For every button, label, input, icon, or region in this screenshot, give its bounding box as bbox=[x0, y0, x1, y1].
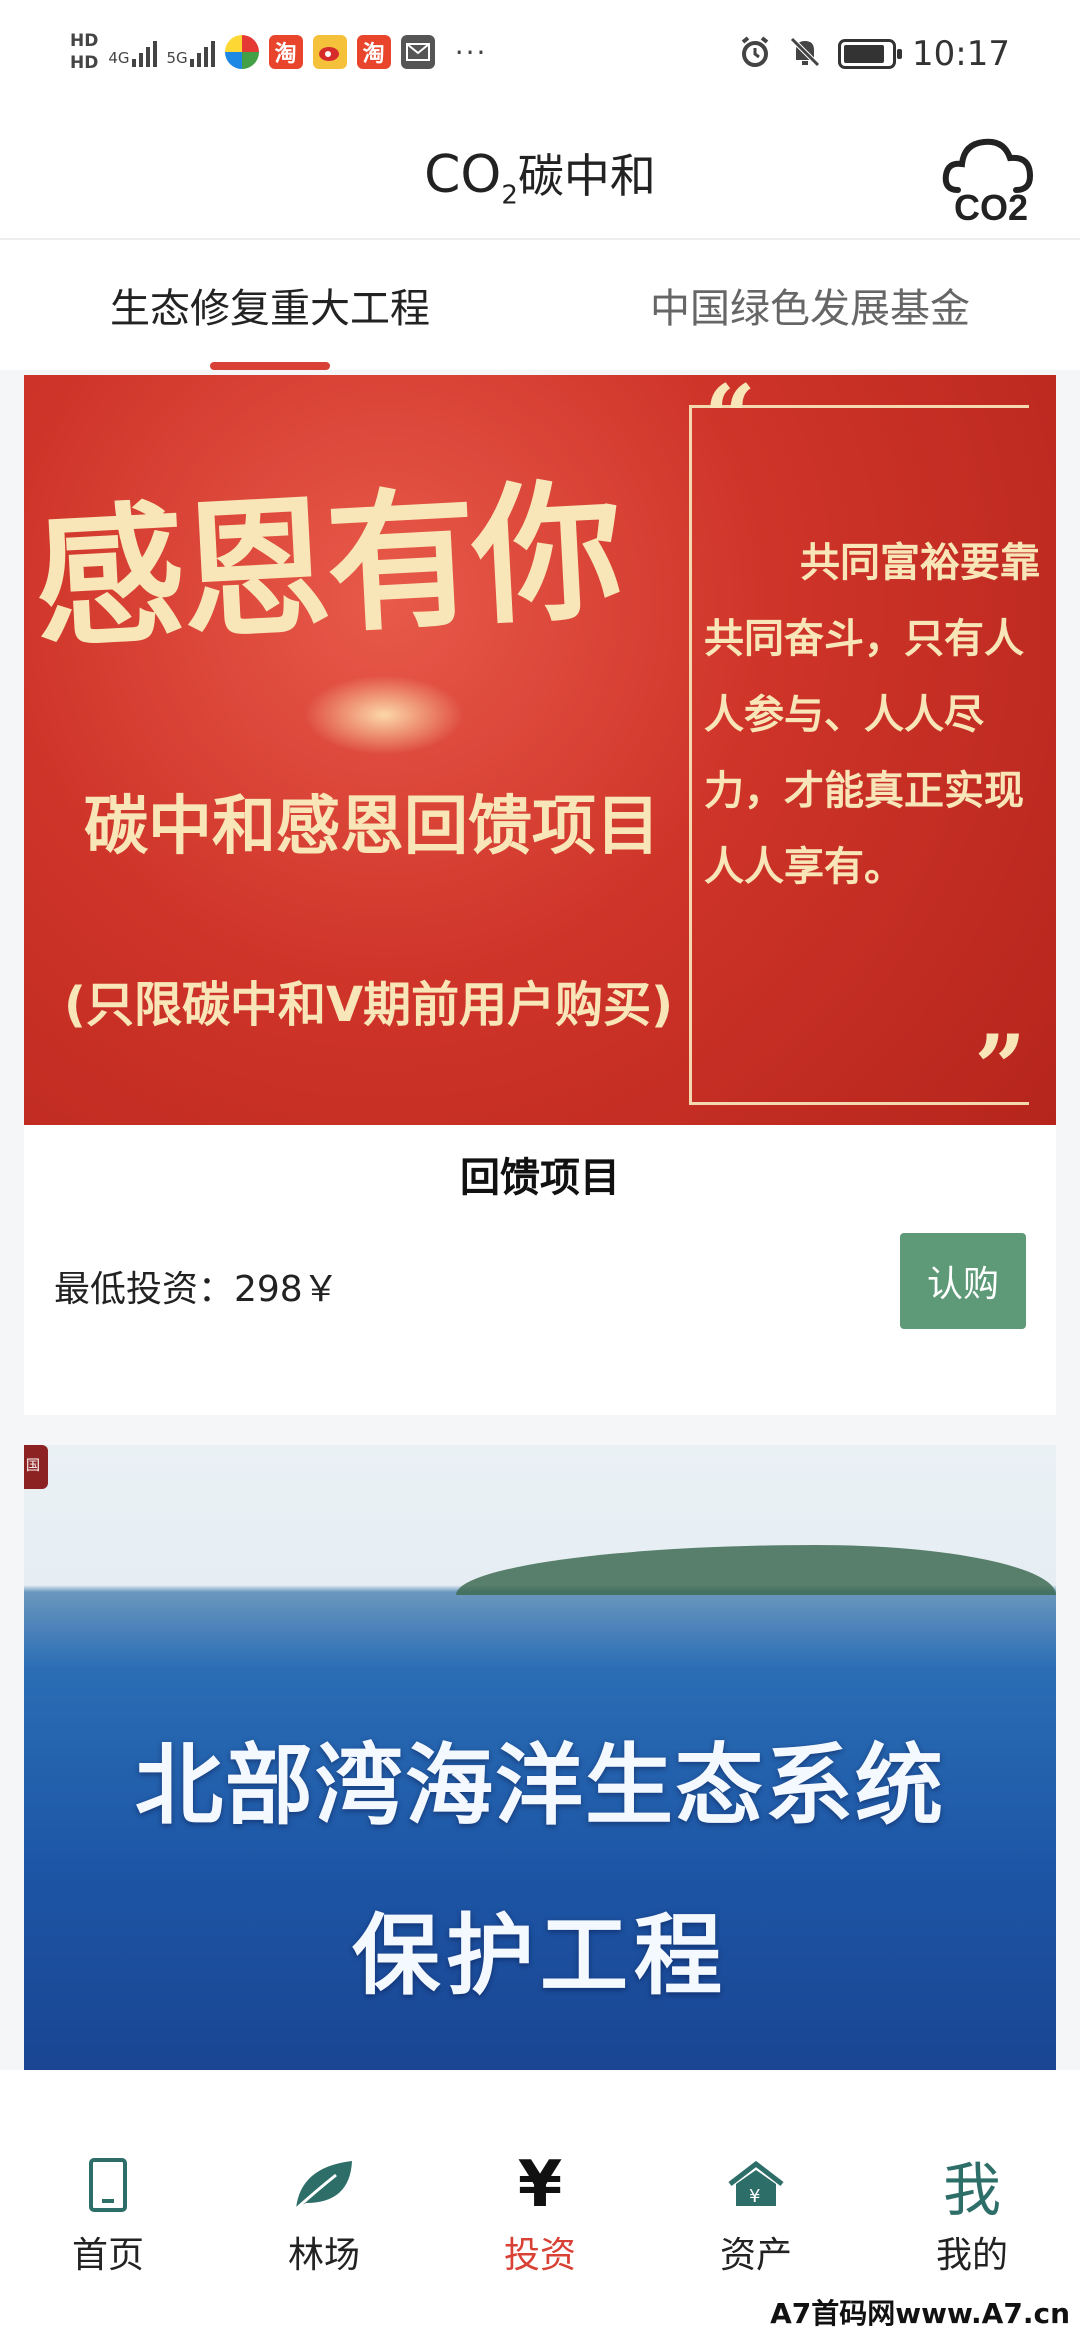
clock: 10:17 bbox=[912, 34, 1010, 74]
net-label-4g: 4G bbox=[108, 49, 130, 67]
banner-title-line1: 北部湾海洋生态系统 bbox=[134, 1734, 945, 1837]
pinwheel-app-icon bbox=[224, 35, 259, 69]
co2-cloud-icon[interactable]: CO2 bbox=[938, 120, 1038, 230]
banner-badge: 国 bbox=[24, 1445, 48, 1489]
nav-home-label: 首页 bbox=[71, 2235, 144, 2276]
net-label-5g: 5G bbox=[166, 49, 188, 67]
mail-notification-icon bbox=[400, 35, 435, 69]
app-header: CO2碳中和 CO2 bbox=[0, 120, 1080, 240]
project-card[interactable]: 国 北部湾海洋生态系统 保护工程 bbox=[24, 1445, 1056, 2070]
status-left: HD HD 4G 5G 淘 淘 ··· bbox=[70, 30, 487, 74]
nav-assets-label: 资产 bbox=[719, 2235, 792, 2276]
nav-invest[interactable]: ¥ 投资 bbox=[432, 2070, 648, 2340]
banner-quote-text: 共同富裕要靠 共同奋斗，只有人 人参与、人人尽 力，才能真正实现 人人享有。 bbox=[704, 540, 1040, 890]
svg-text:CO2: CO2 bbox=[954, 187, 1028, 228]
subscribe-button[interactable]: 认购 bbox=[900, 1233, 1026, 1329]
alarm-icon bbox=[738, 35, 772, 73]
min-investment: 最低投资：298￥ bbox=[54, 1269, 339, 1310]
nav-invest-label: 投资 bbox=[503, 2235, 576, 2276]
taobao-icon: 淘 bbox=[356, 35, 391, 69]
weibo-icon bbox=[312, 35, 347, 69]
nav-mine-label: 我的 bbox=[935, 2235, 1008, 2276]
hd-indicator: HD HD bbox=[70, 30, 98, 74]
house-yen-icon: ¥ bbox=[726, 2150, 786, 2220]
watermark: A7首码网www.A7.cn bbox=[770, 2297, 1070, 2330]
project-list[interactable]: 感恩有你 碳中和感恩回馈项目 (只限碳中和V期前用户购买) “ ” 共同富裕要靠… bbox=[0, 370, 1080, 2070]
signal-5g-icon: 5G bbox=[167, 37, 215, 67]
banner-glow bbox=[304, 675, 464, 755]
tab-ecological-restoration[interactable]: 生态修复重大工程 bbox=[0, 240, 540, 370]
banner-hills bbox=[456, 1545, 1056, 1595]
wo-icon: 我 bbox=[942, 2156, 1001, 2224]
tab-green-development-fund[interactable]: 中国绿色发展基金 bbox=[540, 240, 1080, 370]
category-tabs: 生态修复重大工程 中国绿色发展基金 bbox=[0, 240, 1080, 370]
leaf-icon bbox=[292, 2150, 356, 2220]
close-quote-icon: ” bbox=[974, 1015, 1026, 1121]
co2-mark: CO2 bbox=[424, 145, 518, 211]
project-title: 回馈项目 bbox=[460, 1155, 620, 1201]
hd-label-2: HD bbox=[70, 53, 99, 73]
hd-label-1: HD bbox=[70, 31, 99, 51]
signal-4g-icon: 4G bbox=[108, 37, 157, 67]
banner-subtitle: 碳中和感恩回馈项目 bbox=[84, 790, 660, 864]
banner-note: (只限碳中和V期前用户购买) bbox=[64, 977, 674, 1033]
project-card[interactable]: 感恩有你 碳中和感恩回馈项目 (只限碳中和V期前用户购买) “ ” 共同富裕要靠… bbox=[24, 375, 1056, 1415]
battery-icon bbox=[838, 39, 903, 69]
title-text: 碳中和 bbox=[517, 149, 656, 203]
nav-forest[interactable]: 林场 bbox=[216, 2070, 432, 2340]
nav-forest-label: 林场 bbox=[287, 2235, 360, 2276]
banner-title-line2: 保护工程 bbox=[351, 1904, 728, 2007]
more-notifications-icon: ··· bbox=[454, 35, 488, 69]
project-banner-image[interactable]: 国 北部湾海洋生态系统 保护工程 bbox=[24, 1445, 1056, 2070]
svg-text:¥: ¥ bbox=[749, 2186, 760, 2207]
open-quote-icon: “ bbox=[704, 375, 756, 471]
banner-headline: 感恩有你 bbox=[30, 462, 623, 670]
status-bar: HD HD 4G 5G 淘 淘 ··· 10:17 bbox=[0, 0, 1080, 120]
yen-icon: ¥ bbox=[517, 2148, 563, 2222]
status-right: 10:17 bbox=[738, 34, 1010, 74]
taobao-icon: 淘 bbox=[268, 35, 303, 69]
project-banner-image[interactable]: 感恩有你 碳中和感恩回馈项目 (只限碳中和V期前用户购买) “ ” 共同富裕要靠… bbox=[24, 375, 1056, 1125]
page-title: CO2碳中和 bbox=[0, 140, 1080, 210]
mute-bell-icon bbox=[788, 35, 822, 73]
nav-home[interactable]: 首页 bbox=[0, 2070, 216, 2340]
phone-icon bbox=[88, 2150, 128, 2220]
